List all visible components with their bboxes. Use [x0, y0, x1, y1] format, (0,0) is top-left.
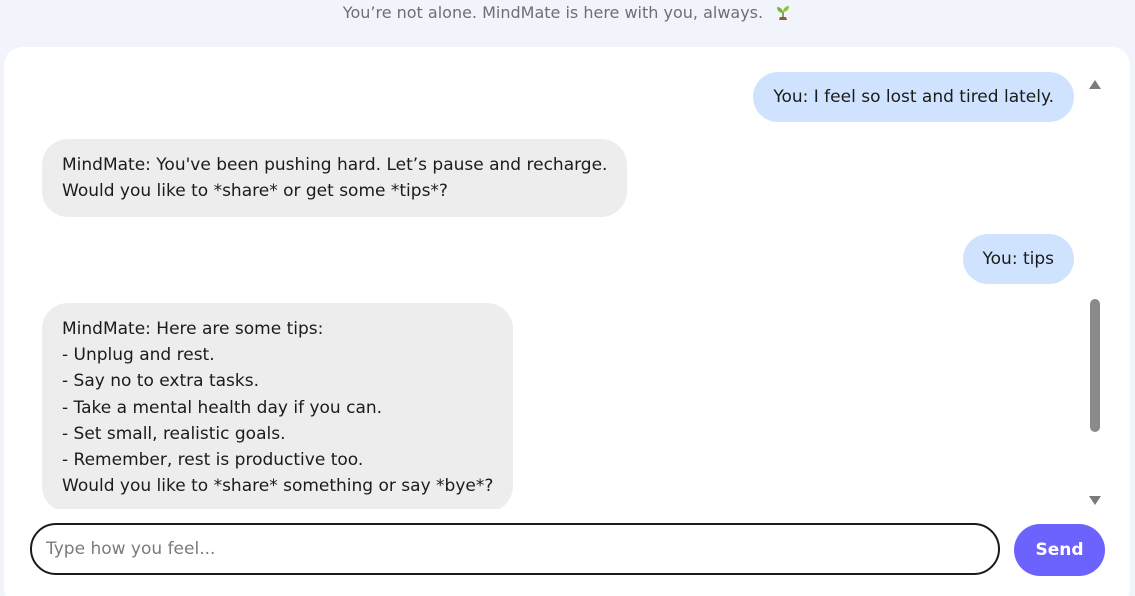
chat-page: You’re not alone. MindMate is here with … — [0, 0, 1135, 596]
tagline-text: You’re not alone. MindMate is here with … — [342, 3, 764, 22]
tagline: You’re not alone. MindMate is here with … — [0, 2, 1135, 24]
chat-panel: You: I feel so lost and tired lately. Mi… — [4, 47, 1130, 596]
bot-message: MindMate: Here are some tips: - Unplug a… — [42, 303, 514, 509]
chat-scrollbar[interactable] — [1087, 72, 1105, 509]
scroll-thumb[interactable] — [1090, 299, 1100, 432]
message-input[interactable] — [30, 523, 1000, 575]
scroll-down-arrow-icon[interactable] — [1089, 496, 1101, 505]
send-button[interactable]: Send — [1014, 524, 1105, 576]
composer: Send — [4, 521, 1130, 577]
seedling-icon — [777, 6, 790, 20]
bot-message: MindMate: You've been pushing hard. Let’… — [42, 139, 628, 218]
user-message: You: tips — [962, 234, 1074, 285]
user-message: You: I feel so lost and tired lately. — [753, 72, 1074, 123]
scroll-up-arrow-icon[interactable] — [1089, 80, 1101, 89]
message-list[interactable]: You: I feel so lost and tired lately. Mi… — [4, 47, 1104, 509]
